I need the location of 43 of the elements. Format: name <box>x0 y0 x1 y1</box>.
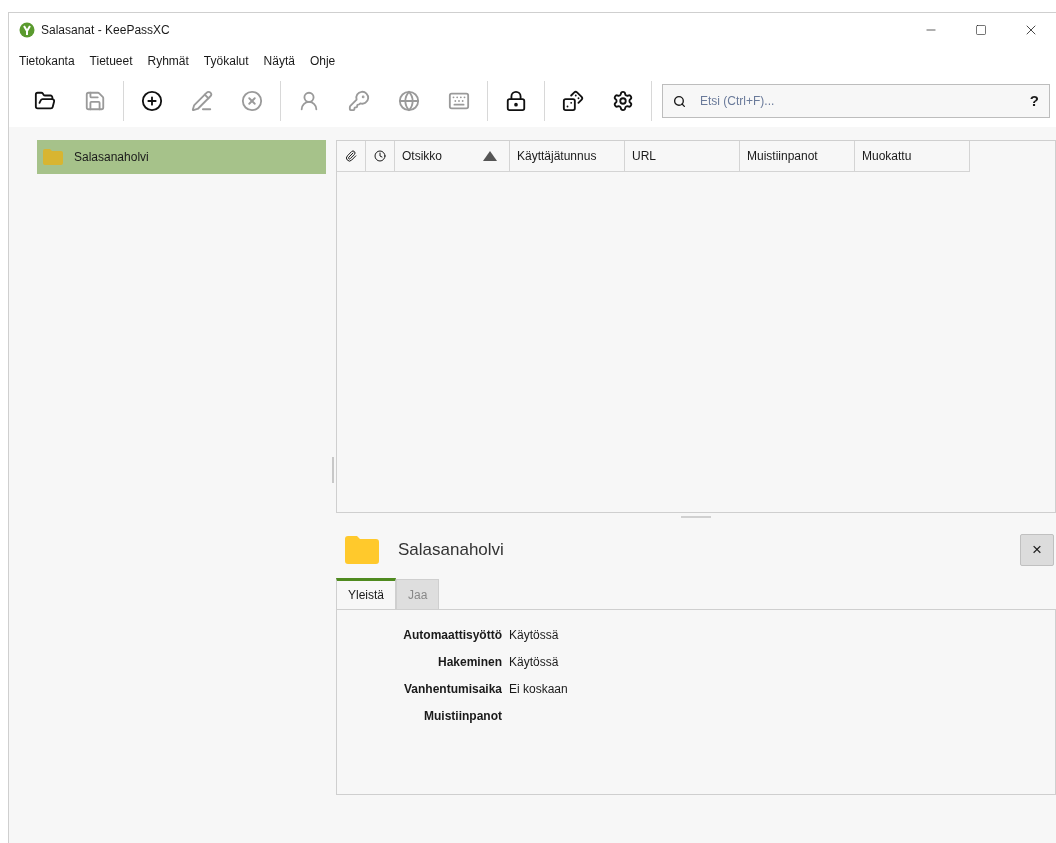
dice-icon <box>562 90 584 112</box>
search-field[interactable]: Etsi (Ctrl+F)... ? <box>662 84 1050 118</box>
folder-open-icon <box>34 90 56 112</box>
field-label: Hakeminen <box>436 654 502 671</box>
column-header[interactable]: Otsikko <box>395 141 510 172</box>
field-label: Automaattisyöttö <box>402 627 502 644</box>
field-label: Vanhentumisaika <box>402 681 502 698</box>
menu-item[interactable]: Työkalut <box>203 52 249 70</box>
field-value: Käytössä <box>509 627 560 644</box>
x-circle-icon <box>241 90 263 112</box>
app-logo-icon <box>19 22 35 38</box>
column-header[interactable] <box>337 141 366 172</box>
menu-item[interactable]: Ohje <box>309 52 336 70</box>
search-icon <box>673 94 686 108</box>
plus-circle-icon <box>141 90 163 112</box>
menu-item[interactable]: Näytä <box>263 52 295 70</box>
lock-icon <box>505 90 527 112</box>
paperclip-icon <box>345 150 357 162</box>
details-title: Salasanaholvi <box>398 539 504 562</box>
close-details-button[interactable]: × <box>1020 534 1054 566</box>
field-value: Ei koskaan <box>509 681 569 698</box>
tree-item[interactable]: Salasanaholvi <box>37 140 326 174</box>
menu-item[interactable]: Tietokanta <box>19 52 75 70</box>
tab[interactable]: Yleistä <box>336 578 397 609</box>
folder-icon <box>42 148 64 166</box>
help-button[interactable]: ? <box>1029 89 1039 113</box>
window-title: Salasanat - KeePassXC <box>41 22 170 39</box>
menu-item[interactable]: Tietueet <box>89 52 133 70</box>
column-header[interactable]: Muokattu <box>855 141 970 172</box>
column-header[interactable]: Käyttäjätunnus <box>510 141 625 172</box>
keyboard-icon <box>448 90 470 112</box>
field-value: Käytössä <box>509 654 560 671</box>
column-header[interactable] <box>366 141 395 172</box>
clock-icon <box>374 150 386 162</box>
column-header[interactable]: Muistiinpanot <box>740 141 855 172</box>
menu-item[interactable]: Ryhmät <box>147 52 189 70</box>
column-header[interactable]: URL <box>625 141 740 172</box>
pencil-icon <box>191 90 213 112</box>
maximize-icon <box>975 24 987 36</box>
settings-icon <box>612 90 634 112</box>
field-label: Muistiinpanot <box>423 708 502 725</box>
folder-icon <box>344 535 380 565</box>
save-icon <box>84 90 106 112</box>
